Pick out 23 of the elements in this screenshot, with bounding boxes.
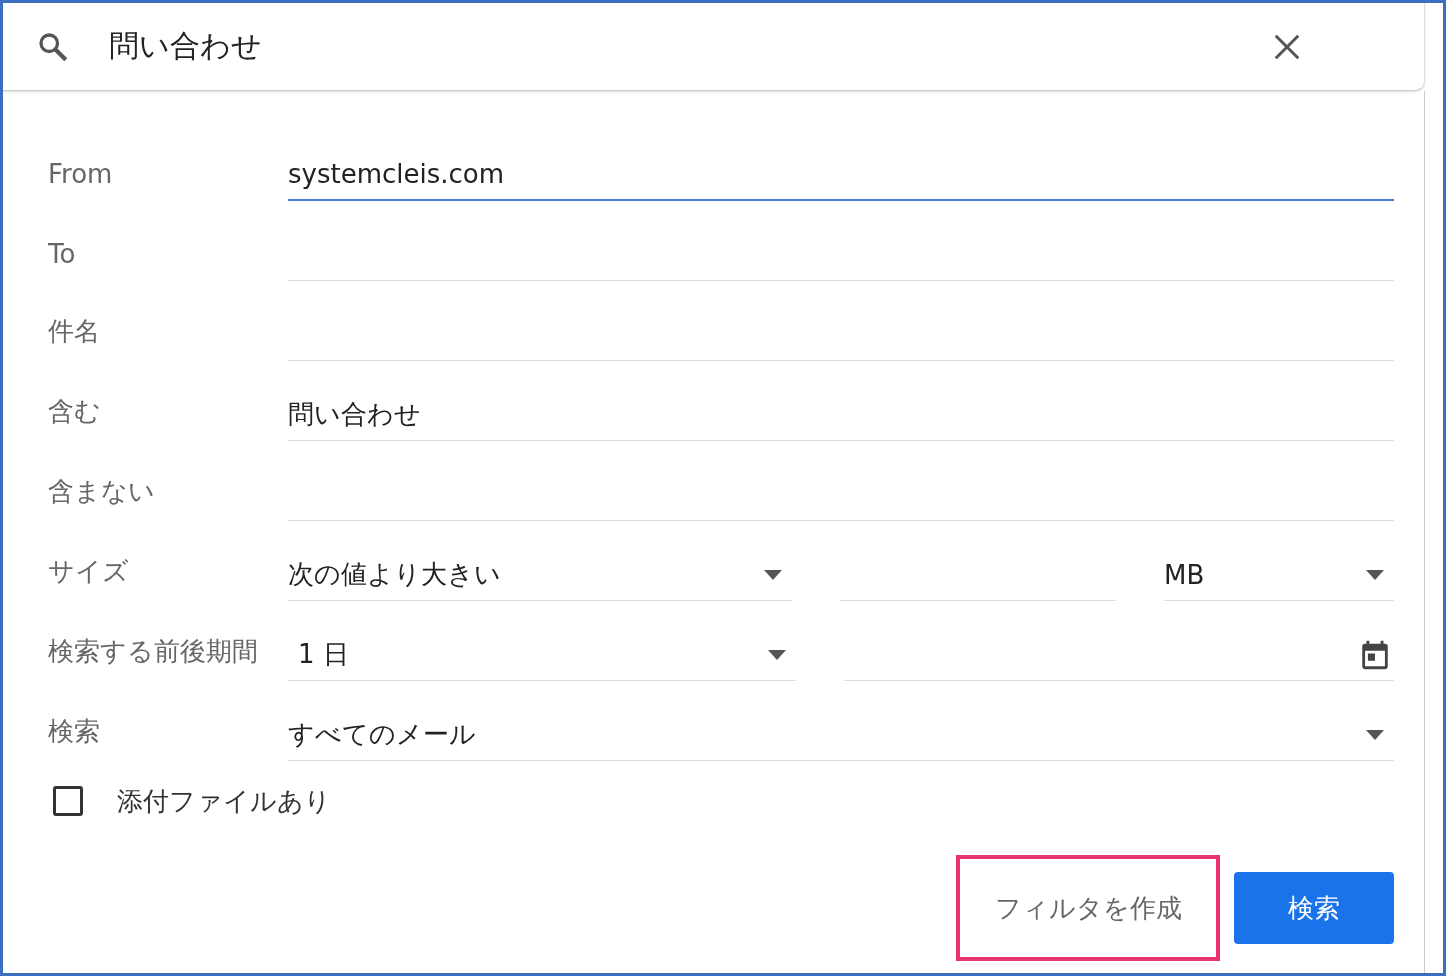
create-filter-button[interactable]: フィルタを作成 [956,855,1220,961]
field-label: 検索 [48,715,101,748]
checkbox-label: 添付ファイルあり [117,784,331,818]
field-label: 検索する前後期間 [48,635,259,668]
dropdown-caret-icon[interactable] [768,649,786,660]
field-label: From [48,159,114,191]
dropdown-caret-icon[interactable] [1366,729,1384,740]
text-field[interactable]: systemcleis.com [288,149,1394,201]
field-label: サイズ [48,555,130,588]
field-label: 含む [48,395,102,428]
comparator-dropdown[interactable]: 次の値より大きい [288,549,792,601]
dropdown-caret-icon[interactable] [764,569,782,580]
unit-dropdown[interactable]: MB [1164,549,1394,601]
field-label: To [48,239,77,271]
attachment-checkbox[interactable] [53,786,83,816]
text-field[interactable]: 問い合わせ [288,389,1394,441]
range-dropdown[interactable]: 1 日 [288,629,796,681]
field-label: 件名 [48,315,101,348]
mailbox-dropdown[interactable]: すべてのメール [288,709,1394,761]
dropdown-caret-icon[interactable] [1366,569,1384,580]
search-button[interactable]: 検索 [1234,872,1394,944]
field-label: 含まない [48,475,156,508]
search-query[interactable]: 問い合わせ [109,26,1272,67]
